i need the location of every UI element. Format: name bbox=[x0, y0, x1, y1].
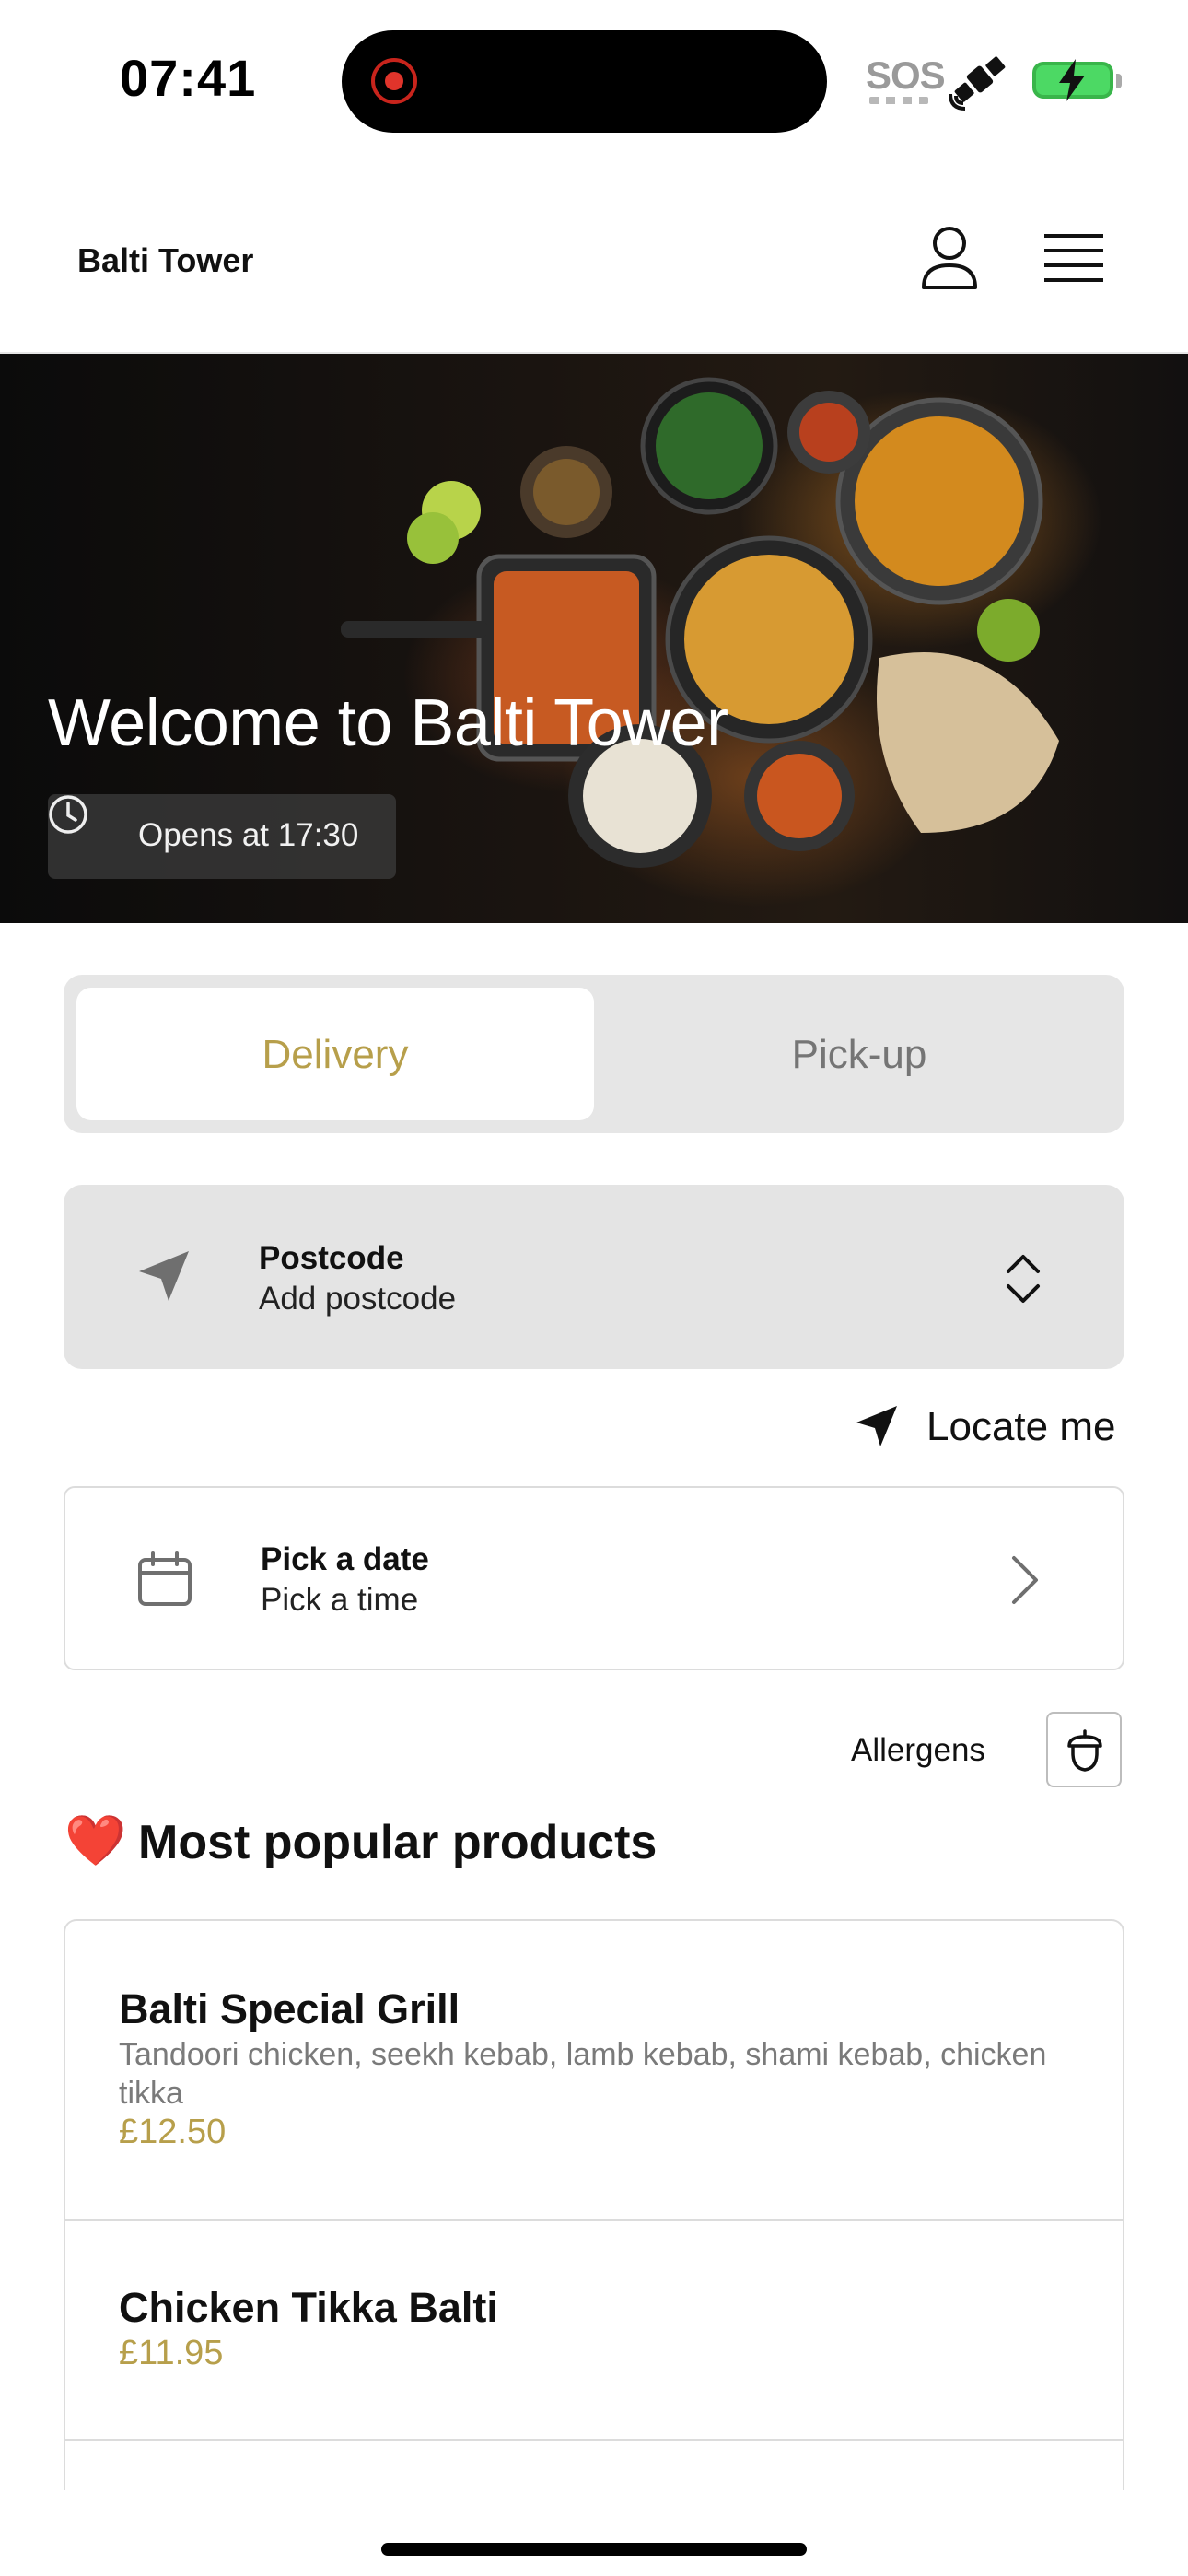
tab-pickup[interactable]: Pick-up bbox=[594, 1032, 1124, 1078]
locate-me-button[interactable]: Locate me bbox=[926, 1404, 1115, 1450]
hero-title: Welcome to Balti Tower bbox=[48, 686, 728, 760]
product-price: £11.95 bbox=[119, 2334, 224, 2372]
chevron-up-down-icon bbox=[1007, 1255, 1040, 1303]
dynamic-island bbox=[342, 30, 827, 133]
allergens-label[interactable]: Allergens bbox=[851, 1732, 985, 1769]
product-card[interactable]: Chicken Tikka Balti £11.95 bbox=[65, 2221, 1123, 2441]
clock-icon bbox=[49, 795, 87, 834]
postcode-placeholder: Add postcode bbox=[259, 1281, 457, 1317]
allergens-button[interactable] bbox=[1046, 1712, 1122, 1787]
hero-banner: Welcome to Balti Tower Opens at 17:30 bbox=[0, 354, 1188, 923]
menu-icon[interactable] bbox=[1044, 232, 1103, 284]
calendar-icon bbox=[138, 1551, 192, 1606]
section-title: Most popular products bbox=[138, 1816, 658, 1869]
postcode-title: Postcode bbox=[259, 1240, 404, 1276]
tab-delivery[interactable]: Delivery bbox=[76, 988, 594, 1120]
location-arrow-icon[interactable] bbox=[855, 1404, 899, 1448]
opening-hours-text: Opens at 17:30 bbox=[138, 817, 359, 853]
opening-hours-badge: Opens at 17:30 bbox=[48, 794, 396, 879]
product-card[interactable]: Balti Special Grill Tandoori chicken, se… bbox=[65, 1921, 1123, 2221]
product-price: £12.50 bbox=[119, 2113, 227, 2151]
battery-tip bbox=[1116, 74, 1122, 88]
home-indicator[interactable] bbox=[381, 2543, 807, 2556]
status-time: 07:41 bbox=[120, 49, 257, 107]
satellite-icon bbox=[949, 56, 1006, 111]
user-icon[interactable] bbox=[919, 225, 980, 291]
product-name: Balti Special Grill bbox=[119, 1985, 460, 2032]
chevron-right-icon bbox=[1012, 1556, 1038, 1604]
time-picker-subtitle: Pick a time bbox=[261, 1582, 419, 1618]
sos-indicator: SOS bbox=[866, 53, 946, 97]
product-name: Chicken Tikka Balti bbox=[119, 2284, 498, 2331]
product-list: Balti Special Grill Tandoori chicken, se… bbox=[64, 1919, 1124, 2490]
navigation-arrow-icon bbox=[139, 1251, 189, 1301]
heart-icon: ❤️ bbox=[64, 1813, 127, 1868]
brand-name[interactable]: Balti Tower bbox=[77, 241, 253, 280]
sos-signal-dots bbox=[869, 97, 928, 104]
tab-delivery-label: Delivery bbox=[262, 1032, 409, 1077]
acorn-icon bbox=[1067, 1729, 1102, 1772]
order-mode-toggle: Delivery Pick-up bbox=[64, 975, 1124, 1133]
recording-indicator-icon bbox=[371, 58, 417, 104]
product-description: Tandoori chicken, seekh kebab, lamb keba… bbox=[119, 2037, 1047, 2111]
date-time-picker[interactable]: Pick a date Pick a time bbox=[64, 1486, 1124, 1670]
postcode-selector[interactable]: Postcode Add postcode bbox=[64, 1185, 1124, 1369]
charging-bolt-icon bbox=[1059, 59, 1085, 101]
date-picker-title: Pick a date bbox=[261, 1541, 429, 1577]
